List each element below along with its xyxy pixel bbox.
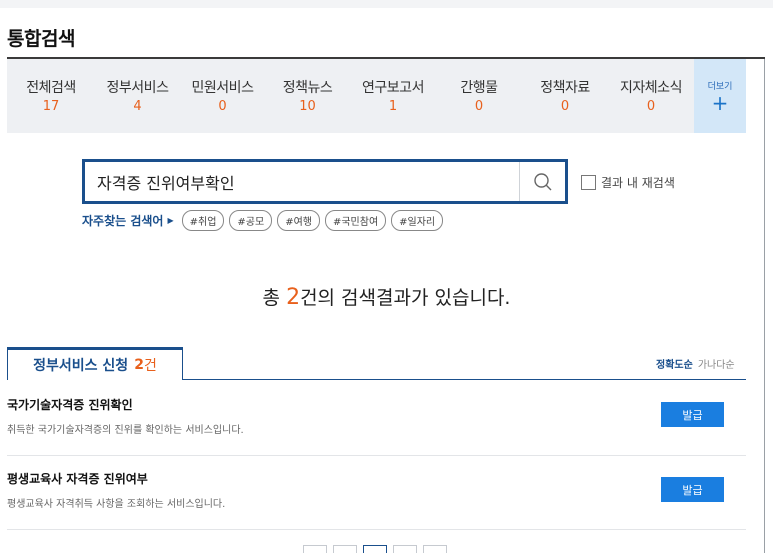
- search-icon: [533, 172, 551, 190]
- section-count: 2: [134, 357, 144, 373]
- summary-suffix: 건의 검색결과가 있습니다.: [300, 287, 511, 309]
- sort-alphabetical[interactable]: 가나다순: [698, 356, 735, 371]
- tab-count: 10: [299, 99, 316, 114]
- sort-accuracy[interactable]: 정확도순: [656, 356, 693, 371]
- tab-research-reports[interactable]: 연구보고서 1: [350, 59, 436, 133]
- frequent-label: 자주찾는 검색어: [82, 214, 164, 228]
- section-tab-gov-services[interactable]: 정부서비스 신청 2 건: [7, 347, 183, 380]
- keyword-tag[interactable]: #여행: [277, 210, 320, 231]
- section-divider: [183, 379, 746, 380]
- pagination: [303, 545, 447, 553]
- tab-count: 0: [646, 99, 656, 114]
- page-last-button[interactable]: [423, 545, 447, 553]
- tab-count: 17: [42, 99, 60, 114]
- page-next-button[interactable]: [393, 545, 417, 553]
- result-item: 국가기술자격증 진위확인 취득한 국가기술자격증의 진위를 확인하는 서비스입니…: [7, 396, 746, 436]
- tab-all[interactable]: 전체검색 17: [7, 59, 95, 133]
- tab-count: 0: [218, 99, 227, 114]
- tab-count: 0: [474, 99, 484, 114]
- tab-label: 민원서비스: [191, 80, 254, 96]
- top-strip: [0, 0, 773, 8]
- more-button[interactable]: 더보기 +: [694, 59, 746, 133]
- page-title: 통합검색: [7, 28, 75, 50]
- row-divider: [7, 529, 746, 530]
- category-tabs: 전체검색 17 정부서비스 4 민원서비스 0 정책뉴스 10 연구보고서 1 …: [7, 59, 746, 133]
- tab-count: 0: [560, 99, 570, 114]
- tab-label: 연구보고서: [362, 80, 424, 96]
- tab-local-news[interactable]: 지자체소식 0: [608, 59, 694, 133]
- summary-count: 2: [286, 285, 301, 310]
- issue-button[interactable]: 발급: [661, 402, 724, 427]
- tab-label: 전체검색: [26, 80, 76, 96]
- tab-civil-services[interactable]: 민원서비스 0: [180, 59, 265, 133]
- page-first-button[interactable]: [303, 545, 327, 553]
- tab-label: 정책뉴스: [282, 80, 333, 96]
- result-title[interactable]: 평생교육사 자격증 진위여부: [7, 470, 746, 487]
- summary-prefix: 총: [262, 287, 287, 309]
- keyword-tag[interactable]: #취업: [181, 210, 225, 231]
- search-button[interactable]: [519, 162, 565, 201]
- section-unit: 건: [143, 358, 157, 374]
- research-option[interactable]: 결과 내 재검색: [581, 174, 675, 191]
- tab-policy-materials[interactable]: 정책자료 0: [522, 59, 608, 133]
- keyword-tag[interactable]: #국민참여: [324, 210, 387, 231]
- frequent-keywords: 자주찾는 검색어 ▶ #취업 #공모 #여행 #국민참여 #일자리: [82, 210, 448, 231]
- result-title[interactable]: 국가기술자격증 진위확인: [7, 396, 746, 413]
- research-checkbox[interactable]: [581, 175, 596, 190]
- result-description: 평생교육사 자격취득 사항을 조회하는 서비스입니다.: [7, 499, 226, 510]
- section-label: 정부서비스 신청: [33, 358, 129, 374]
- chevron-right-icon: ▶: [167, 216, 174, 225]
- issue-button[interactable]: 발급: [661, 477, 724, 502]
- keyword-tag[interactable]: #공모: [229, 210, 273, 231]
- tab-label: 정부서비스: [106, 80, 169, 96]
- sort-options: 정확도순 가나다순: [656, 356, 735, 371]
- search-input[interactable]: [97, 162, 517, 201]
- result-description: 취득한 국가기술자격증의 진위를 확인하는 서비스입니다.: [7, 425, 244, 436]
- result-summary: 총 2건의 검색결과가 있습니다.: [0, 283, 773, 310]
- tab-gov-services[interactable]: 정부서비스 4: [95, 59, 180, 133]
- keyword-tag[interactable]: #일자리: [391, 210, 444, 231]
- search-box: [82, 159, 568, 204]
- tab-label: 지자체소식: [620, 80, 682, 96]
- result-item: 평생교육사 자격증 진위여부 평생교육사 자격취득 사항을 조회하는 서비스입니…: [7, 470, 746, 510]
- plus-icon: +: [711, 91, 729, 115]
- page-prev-button[interactable]: [333, 545, 357, 553]
- tab-count: 4: [133, 99, 142, 114]
- tab-policy-news[interactable]: 정책뉴스 10: [265, 59, 350, 133]
- tab-publications[interactable]: 간행물 0: [436, 59, 522, 133]
- row-divider: [7, 455, 746, 456]
- page-current-button[interactable]: [363, 545, 387, 553]
- tab-label: 정책자료: [540, 80, 590, 96]
- research-label: 결과 내 재검색: [601, 176, 675, 190]
- tab-count: 1: [388, 99, 398, 114]
- tab-label: 간행물: [460, 80, 498, 96]
